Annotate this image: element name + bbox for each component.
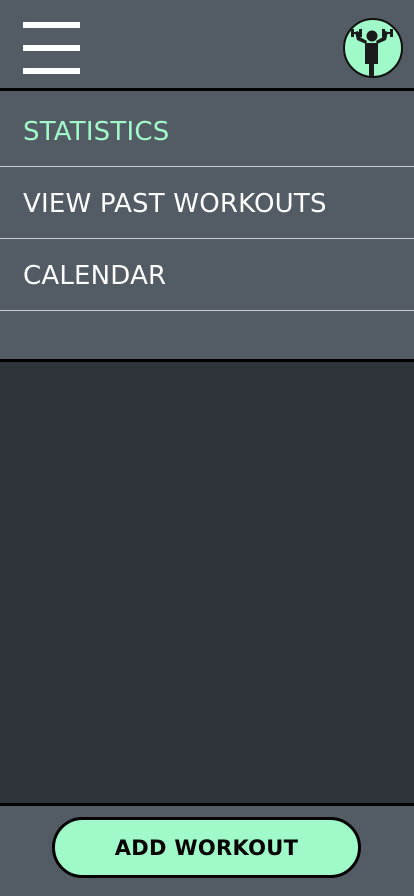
weightlifter-icon bbox=[351, 29, 393, 76]
menu-item-label: VIEW PAST WORKOUTS bbox=[23, 189, 327, 219]
hamburger-bar-bottom bbox=[23, 68, 80, 74]
menu-item-view-past-workouts[interactable]: VIEW PAST WORKOUTS bbox=[0, 167, 414, 239]
navigation-menu: STATISTICS VIEW PAST WORKOUTS CALENDAR bbox=[0, 91, 414, 362]
hamburger-menu-icon[interactable] bbox=[23, 22, 80, 74]
menu-item-statistics[interactable]: STATISTICS bbox=[0, 95, 414, 167]
hamburger-bar-middle bbox=[23, 45, 80, 51]
weightlifter-avatar-icon[interactable] bbox=[343, 18, 403, 78]
menu-item-label: STATISTICS bbox=[23, 117, 170, 147]
add-workout-label: ADD WORKOUT bbox=[114, 835, 299, 860]
hamburger-bar-top bbox=[23, 22, 80, 28]
add-workout-button[interactable]: ADD WORKOUT bbox=[52, 817, 361, 878]
bottom-bar: ADD WORKOUT bbox=[0, 803, 414, 896]
menu-item-calendar[interactable]: CALENDAR bbox=[0, 239, 414, 311]
menu-item-label: CALENDAR bbox=[23, 261, 167, 291]
top-app-bar bbox=[0, 0, 414, 91]
